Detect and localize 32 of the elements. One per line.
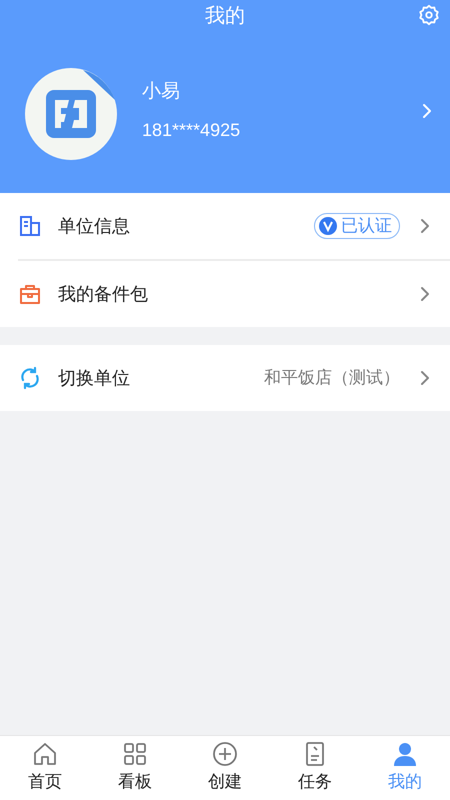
briefcase-icon — [18, 282, 42, 306]
home-icon — [32, 741, 58, 768]
user-name: 小易 — [142, 80, 181, 104]
menu-value: 和平饭店（测试） — [264, 367, 400, 390]
person-icon — [392, 741, 418, 768]
tab[interactable]: 创建 — [180, 736, 270, 800]
tab[interactable]: 首页 — [0, 736, 90, 800]
chevron-right-icon — [420, 218, 430, 234]
tab-label: 创建 — [208, 771, 242, 794]
chevron-right-icon — [422, 103, 432, 119]
tab-label: 看板 — [118, 771, 152, 794]
chevron-right-icon — [420, 370, 430, 386]
settings-icon[interactable] — [418, 4, 440, 26]
building-icon — [18, 214, 42, 238]
menu-item[interactable]: 切换单位 和平饭店（测试） — [0, 345, 450, 411]
tab[interactable]: 任务 — [270, 736, 360, 800]
menu-label: 切换单位 — [58, 366, 131, 390]
page-title: 我的 — [205, 4, 245, 29]
phone-number: 181****4925 — [142, 118, 242, 142]
verified-text: 已认证 — [341, 215, 393, 238]
menu-label: 单位信息 — [58, 214, 131, 238]
menu-item[interactable]: 我的备件包 — [0, 261, 450, 327]
grid-icon — [122, 741, 148, 768]
tab-label: 任务 — [298, 771, 332, 794]
menu-label: 我的备件包 — [58, 282, 149, 306]
chevron-right-icon — [420, 286, 430, 302]
tab-label: 首页 — [28, 771, 62, 794]
tab[interactable]: 看板 — [90, 736, 180, 800]
tab-label: 我的 — [388, 771, 422, 794]
verified-icon — [318, 216, 338, 236]
menu-item[interactable]: 单位信息 已认证 — [0, 193, 450, 259]
plus-circle-icon — [212, 741, 238, 768]
